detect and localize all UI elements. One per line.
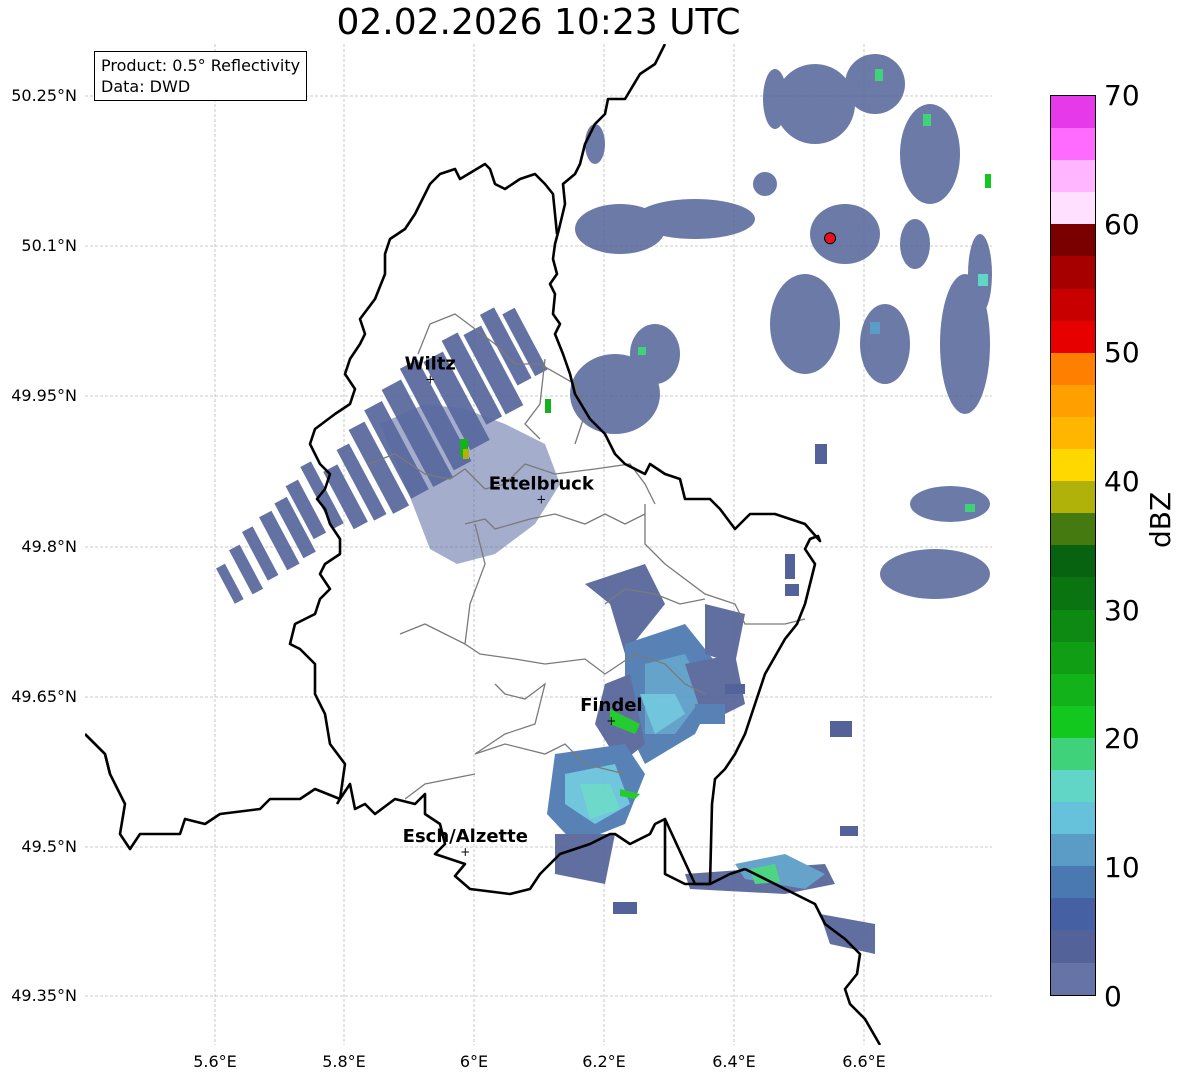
colorbar-segment	[1051, 737, 1095, 770]
colorbar-segment	[1051, 384, 1095, 417]
colorbar-segment	[1051, 866, 1095, 899]
lon-label: 6.6°E	[842, 1052, 886, 1071]
colorbar-segment	[1051, 545, 1095, 578]
colorbar-segment	[1051, 160, 1095, 193]
city-marker-icon: +	[536, 493, 546, 507]
colorbar-segment	[1051, 320, 1095, 353]
colorbar-segment	[1051, 481, 1095, 514]
lon-label: 5.8°E	[322, 1052, 366, 1071]
city-marker-icon: +	[606, 714, 616, 728]
colorbar-segment	[1051, 802, 1095, 835]
city-marker-icon: +	[425, 372, 435, 386]
lat-label: 49.95°N	[11, 386, 77, 405]
product-label: Product: 0.5° Reflectivity	[101, 56, 301, 75]
lat-label: 49.35°N	[11, 986, 77, 1005]
colorbar-segment	[1051, 449, 1095, 482]
colorbar-tick: 30	[1104, 594, 1140, 627]
colorbar-segment	[1051, 609, 1095, 642]
lon-label: 6°E	[459, 1052, 489, 1071]
colorbar-segment	[1051, 256, 1095, 289]
colorbar-segment	[1051, 192, 1095, 225]
colorbar-tick: 10	[1104, 851, 1140, 884]
lon-label: 6.4°E	[712, 1052, 756, 1071]
lat-label: 49.5°N	[21, 837, 77, 856]
colorbar-segment	[1051, 352, 1095, 385]
city-marker-icon: +	[460, 845, 470, 859]
lat-label: 49.65°N	[11, 687, 77, 706]
colorbar-tick: 70	[1104, 79, 1140, 112]
colorbar-segment	[1051, 930, 1095, 963]
colorbar-segment	[1051, 705, 1095, 738]
colorbar-segment	[1051, 769, 1095, 803]
colorbar-segment	[1051, 834, 1095, 867]
data-source-label: Data: DWD	[101, 77, 191, 96]
city-label: Wiltz	[405, 353, 456, 374]
colorbar-segment	[1051, 577, 1095, 610]
city-label: Esch/Alzette	[403, 826, 528, 847]
colorbar-segment	[1051, 673, 1095, 706]
colorbar-segment	[1051, 898, 1095, 931]
colorbar-segment	[1051, 513, 1095, 546]
colorbar	[1050, 95, 1096, 996]
colorbar-segment	[1051, 416, 1095, 450]
colorbar-tick: 50	[1104, 336, 1140, 369]
lon-label: 6.2°E	[582, 1052, 626, 1071]
colorbar-tick: 20	[1104, 722, 1140, 755]
colorbar-segment	[1051, 962, 1095, 995]
colorbar-tick: 0	[1104, 980, 1122, 1013]
lat-label: 50.1°N	[21, 236, 77, 255]
colorbar-segment	[1051, 128, 1095, 161]
colorbar-tick: 40	[1104, 465, 1140, 498]
colorbar-segment	[1051, 96, 1095, 129]
product-info-box: Product: 0.5° Reflectivity Data: DWD	[94, 51, 308, 101]
colorbar-segment	[1051, 224, 1095, 257]
map-background	[85, 44, 992, 1045]
radar-site-marker	[824, 232, 837, 245]
colorbar-unit-label: dBZ	[1144, 491, 1177, 548]
colorbar-segment	[1051, 288, 1095, 321]
lon-label: 5.6°E	[193, 1052, 237, 1071]
colorbar-tick: 60	[1104, 208, 1140, 241]
map-title: 02.02.2026 10:23 UTC	[336, 2, 741, 43]
city-label: Findel	[580, 695, 643, 716]
lat-label: 49.8°N	[21, 537, 77, 556]
colorbar-segment	[1051, 641, 1095, 674]
radar-map[interactable]: + Wiltz + Ettelbruck + Findel + Esch/Alzette	[85, 44, 992, 1045]
city-label: Ettelbruck	[489, 474, 595, 495]
map-canvas: +Wiltz+Ettelbruck+Findel+Esch/Alzette	[85, 44, 992, 1045]
lat-label: 50.25°N	[11, 86, 77, 105]
